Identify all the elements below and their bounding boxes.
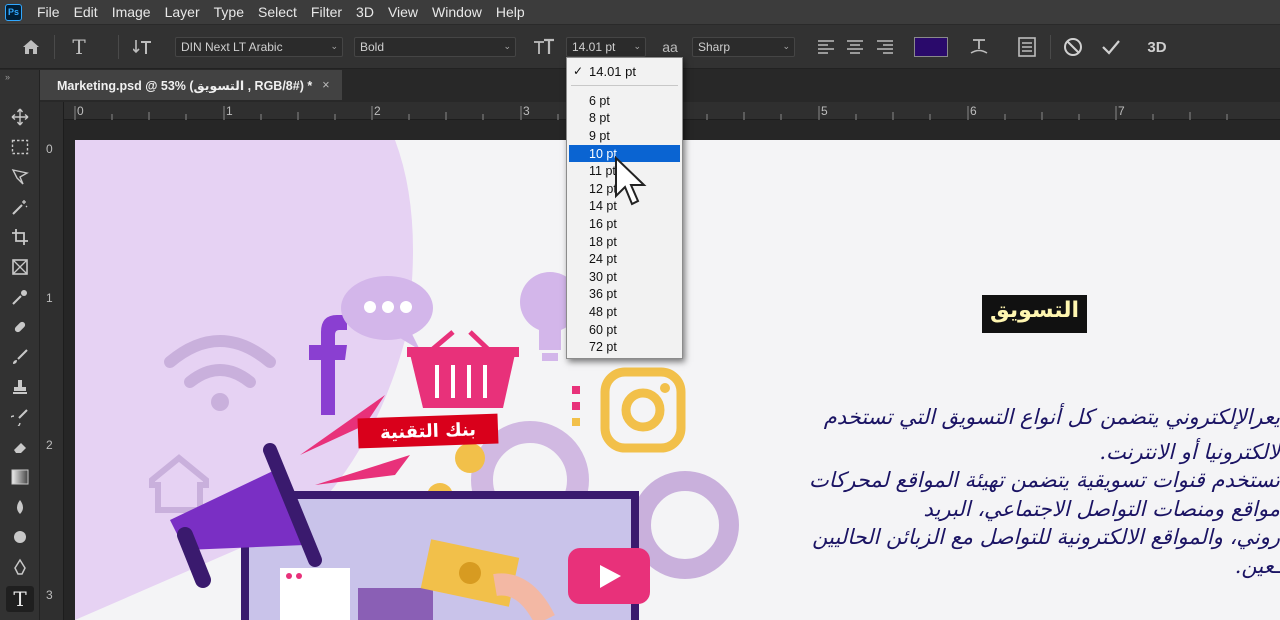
photoshop-window: Ps File Edit Image Layer Type Select Fil… bbox=[0, 0, 1280, 620]
tools-panel: » T bbox=[0, 70, 40, 620]
home-icon[interactable] bbox=[16, 25, 46, 69]
menu-window[interactable]: Window bbox=[425, 4, 489, 20]
ruler-label: 1 bbox=[46, 291, 53, 305]
ruler-label: 7 bbox=[1118, 104, 1125, 118]
size-option[interactable]: 30 pt bbox=[569, 268, 680, 286]
paragraph-line: مواقع ومنصات التواصل الاجتماعي، البريد bbox=[923, 497, 1280, 521]
chevron-down-icon: ⌄ bbox=[633, 41, 641, 51]
menu-filter[interactable]: Filter bbox=[304, 4, 349, 20]
font-size-select[interactable]: 14.01 pt ⌄ bbox=[566, 37, 646, 57]
mouse-cursor-icon bbox=[615, 156, 647, 206]
font-style-select[interactable]: Bold ⌄ bbox=[354, 37, 516, 57]
healing-brush-icon[interactable] bbox=[6, 314, 34, 340]
align-right-icon[interactable] bbox=[871, 25, 899, 69]
frame-tool-icon[interactable] bbox=[6, 254, 34, 280]
close-icon[interactable]: × bbox=[322, 78, 329, 92]
menu-bar: Ps File Edit Image Layer Type Select Fil… bbox=[0, 0, 1280, 25]
ruler-label: 6 bbox=[970, 104, 977, 118]
paragraph-line: لالكترونيا أو الانترنت. bbox=[1099, 440, 1280, 464]
menu-help[interactable]: Help bbox=[489, 4, 532, 20]
eyedropper-icon[interactable] bbox=[6, 284, 34, 310]
size-option[interactable]: 60 pt bbox=[569, 321, 680, 339]
menu-type[interactable]: Type bbox=[207, 4, 251, 20]
three-d-button[interactable]: 3D bbox=[1140, 25, 1174, 69]
menu-layer[interactable]: Layer bbox=[158, 4, 207, 20]
brand-label: بنك التقنية bbox=[357, 413, 499, 449]
type-tool-icon[interactable]: T bbox=[6, 586, 34, 612]
menu-image[interactable]: Image bbox=[105, 4, 158, 20]
checkmark-icon: ✓ bbox=[573, 64, 584, 78]
antialias-select[interactable]: Sharp ⌄ bbox=[692, 37, 795, 57]
size-option[interactable]: 8 pt bbox=[569, 110, 680, 128]
font-size-dropdown: ✓ 14.01 pt 6 pt 8 pt 9 pt 10 pt 11 pt 12… bbox=[566, 57, 683, 359]
ruler-label: 0 bbox=[46, 142, 53, 156]
font-family-select[interactable]: DIN Next LT Arabic ⌄ bbox=[175, 37, 343, 57]
paragraph-line: يعرالإلكتروني يتضمن كل أنواع التسويق الت… bbox=[823, 405, 1280, 429]
commit-check-icon[interactable] bbox=[1096, 25, 1126, 69]
ruler-label: 3 bbox=[523, 104, 530, 118]
size-option[interactable]: 48 pt bbox=[569, 303, 680, 321]
ruler-label: 3 bbox=[46, 588, 53, 602]
magic-wand-icon[interactable] bbox=[6, 194, 34, 220]
align-left-icon[interactable] bbox=[812, 25, 840, 69]
size-option[interactable]: 36 pt bbox=[569, 286, 680, 304]
dodge-tool-icon[interactable] bbox=[6, 524, 34, 550]
size-option-current[interactable]: ✓ 14.01 pt bbox=[567, 60, 682, 82]
text-orientation-icon[interactable] bbox=[128, 25, 158, 69]
menu-file[interactable]: File bbox=[30, 4, 67, 20]
vertical-ruler: 0 1 2 3 bbox=[40, 102, 64, 620]
ruler-label: 2 bbox=[46, 438, 53, 452]
gradient-tool-icon[interactable] bbox=[6, 464, 34, 490]
ruler-label: 1 bbox=[226, 104, 233, 118]
size-option[interactable]: 9 pt bbox=[569, 127, 680, 145]
size-option[interactable]: 24 pt bbox=[569, 250, 680, 268]
menu-edit[interactable]: Edit bbox=[67, 4, 105, 20]
warp-text-icon[interactable] bbox=[964, 25, 994, 69]
blur-tool-icon[interactable] bbox=[6, 494, 34, 520]
menu-divider bbox=[571, 85, 678, 86]
paragraph-line: تستخدم قنوات تسويقية يتضمن تهيئة المواقع… bbox=[809, 468, 1280, 492]
font-size-icon bbox=[530, 25, 558, 69]
size-option[interactable]: 18 pt bbox=[569, 233, 680, 251]
brush-tool-icon[interactable] bbox=[6, 344, 34, 370]
pen-tool-icon[interactable] bbox=[6, 554, 34, 580]
text-color-swatch[interactable] bbox=[914, 37, 948, 57]
ruler-label: 2 bbox=[374, 104, 381, 118]
ps-logo: Ps bbox=[5, 3, 22, 21]
chevron-down-icon: ⌄ bbox=[330, 41, 338, 51]
title-text-layer[interactable]: التسويق bbox=[982, 295, 1088, 333]
cancel-icon[interactable] bbox=[1058, 25, 1088, 69]
collapse-panel-icon[interactable]: » bbox=[5, 72, 10, 82]
align-center-icon[interactable] bbox=[841, 25, 869, 69]
lasso-tool-icon[interactable] bbox=[6, 164, 34, 190]
character-panel-icon[interactable] bbox=[1012, 25, 1042, 69]
size-option[interactable]: 72 pt bbox=[569, 338, 680, 356]
ruler-label: 5 bbox=[821, 104, 828, 118]
history-brush-icon[interactable] bbox=[6, 404, 34, 430]
ruler-label: 0 bbox=[77, 104, 84, 118]
paragraph-line: روني، والمواقع الالكترونية للتواصل مع ال… bbox=[812, 525, 1280, 549]
size-option[interactable]: 6 pt bbox=[569, 92, 680, 110]
document-tab[interactable]: Marketing.psd @ 53% (التسويق , RGB/8#) *… bbox=[40, 70, 342, 100]
chevron-down-icon: ⌄ bbox=[782, 41, 790, 51]
eraser-tool-icon[interactable] bbox=[6, 434, 34, 460]
crop-tool-icon[interactable] bbox=[6, 224, 34, 250]
clone-stamp-icon[interactable] bbox=[6, 374, 34, 400]
marquee-tool-icon[interactable] bbox=[6, 134, 34, 160]
size-option[interactable]: 16 pt bbox=[569, 215, 680, 233]
move-tool-icon[interactable] bbox=[6, 104, 34, 130]
menu-select[interactable]: Select bbox=[251, 4, 304, 20]
chevron-down-icon: ⌄ bbox=[503, 41, 511, 51]
menu-view[interactable]: View bbox=[381, 4, 425, 20]
menu-3d[interactable]: 3D bbox=[349, 4, 381, 20]
type-tool-preset-icon[interactable]: T bbox=[64, 25, 94, 69]
paragraph-line: ـعين. bbox=[1234, 554, 1280, 578]
